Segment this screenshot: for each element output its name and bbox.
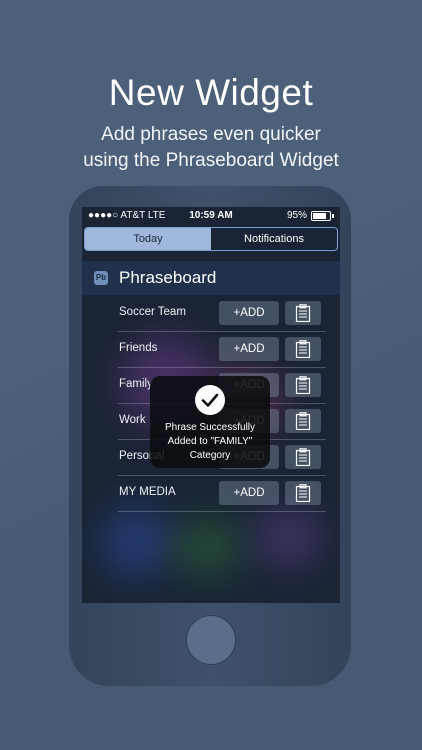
promo-subtitle-line1: Add phrases even quicker [101, 124, 321, 145]
promo-title: New Widget [108, 72, 314, 113]
category-label: Friends [119, 342, 158, 354]
category-label: Work [119, 414, 146, 426]
clipboard-icon [295, 376, 311, 394]
clipboard-icon [295, 448, 311, 466]
toast-line1: Phrase Successfully [164, 422, 256, 433]
battery-status: 95% [287, 210, 334, 221]
category-label: Soccer Team [119, 306, 186, 318]
tab-notifications[interactable]: Notifications [211, 228, 337, 250]
add-button[interactable]: +ADD [219, 481, 279, 505]
clipboard-button[interactable] [285, 481, 321, 505]
widget-title: Phraseboard [119, 268, 217, 287]
clipboard-button[interactable] [285, 373, 321, 397]
battery-tip [332, 213, 334, 218]
clipboard-icon [295, 412, 311, 430]
checkmark-icon [195, 385, 225, 415]
clipboard-icon [295, 340, 311, 358]
clipboard-button[interactable] [285, 301, 321, 325]
add-button[interactable]: +ADD [219, 337, 279, 361]
status-bar: ●●●●○ AT&T LTE 10:59 AM 95% [82, 207, 340, 225]
promo-subtitle-line2: using the Phraseboard Widget [83, 150, 339, 171]
toast-message: Phrase Successfully Added to "FAMILY" Ca… [150, 421, 270, 463]
home-button[interactable] [186, 615, 236, 665]
toast-line2: Added to "FAMILY" [167, 436, 253, 447]
list-item: Soccer Team +ADD [118, 296, 326, 332]
toast-line3: Category [189, 450, 231, 461]
tab-today[interactable]: Today [85, 228, 211, 250]
success-toast: Phrase Successfully Added to "FAMILY" Ca… [150, 376, 270, 468]
clipboard-icon [295, 484, 311, 502]
clipboard-button[interactable] [285, 337, 321, 361]
phraseboard-app-icon: Pb [94, 271, 108, 285]
wallpaper-blob [172, 517, 242, 577]
widget-header: Pb Phraseboard [82, 261, 340, 295]
add-button[interactable]: +ADD [219, 301, 279, 325]
wallpaper-blob [102, 507, 172, 577]
category-label: Family [119, 378, 153, 390]
clipboard-button[interactable] [285, 409, 321, 433]
notification-center-tabs: Today Notifications [84, 227, 338, 251]
wallpaper-blob [252, 507, 322, 567]
category-label: MY MEDIA [119, 486, 176, 498]
battery-percent: 95% [286, 210, 307, 221]
battery-icon [311, 210, 331, 221]
clipboard-icon [295, 304, 311, 322]
list-item: Friends +ADD [118, 332, 326, 368]
list-item: MY MEDIA +ADD [118, 476, 326, 512]
clipboard-button[interactable] [285, 445, 321, 469]
